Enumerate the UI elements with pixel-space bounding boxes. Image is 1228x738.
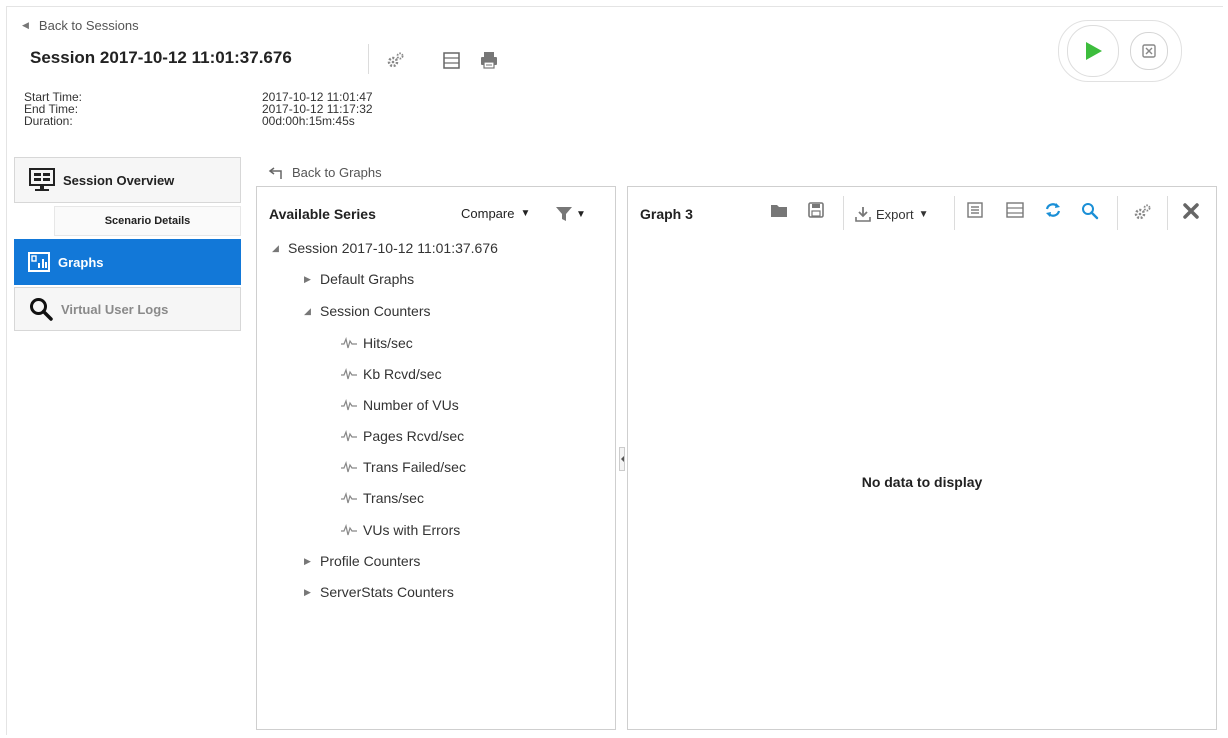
tree-leaf-pages-rcvd-sec[interactable]: Pages Rcvd/sec [341,428,464,444]
tree-leaf-label: Trans Failed/sec [363,459,466,475]
available-series-title: Available Series [269,206,376,222]
graph-panel [627,186,1217,730]
refresh-icon[interactable] [1044,202,1062,218]
header-divider [368,44,369,74]
sidebar-item-label: Graphs [58,254,104,270]
tree-leaf-trans-sec[interactable]: Trans/sec [341,490,424,506]
available-series-panel [256,186,616,730]
tree-node-session[interactable]: ◢ Session 2017-10-12 11:01:37.676 [272,240,498,256]
duration-value: 00d:00h:15m:45s [262,114,355,128]
monitor-icon [29,168,55,192]
back-to-sessions-label: Back to Sessions [38,18,139,33]
tree-leaf-label: Trans/sec [363,490,424,506]
tree-node-label: Session Counters [320,303,431,319]
tree-leaf-kb-rcvd-sec[interactable]: Kb Rcvd/sec [341,366,442,382]
tree-leaf-number-of-vus[interactable]: Number of VUs [341,397,459,413]
graph-title: Graph 3 [640,206,693,222]
tree-leaf-label: Pages Rcvd/sec [363,428,465,444]
expanded-triangle-icon: ◢ [272,242,279,253]
stop-icon [1142,44,1156,58]
graph-settings-icon[interactable] [1132,202,1152,222]
tree-node-label: Default Graphs [320,271,415,287]
tree-node-session-counters[interactable]: ◢ Session Counters [304,303,431,319]
series-pulse-icon [341,461,357,473]
dropdown-caret-icon: ▼ [520,208,531,219]
tree-leaf-vus-with-errors[interactable]: VUs with Errors [341,522,460,538]
collapsed-triangle-icon: ▶ [304,273,311,284]
settings-gears-icon[interactable] [385,50,405,70]
back-to-graphs-link[interactable]: Back to Graphs [268,165,382,180]
zoom-search-icon[interactable] [1081,202,1099,220]
tree-leaf-label: VUs with Errors [363,522,461,538]
play-icon [1086,42,1102,60]
export-label: Export [876,206,914,222]
dropdown-caret-icon: ▼ [918,208,929,220]
page-title: Session 2017-10-12 11:01:37.676 [30,48,292,67]
filter-icon [556,207,572,221]
sidebar-item-graphs[interactable]: Graphs [14,239,241,285]
summary-panel-icon[interactable] [442,50,462,70]
toolbar-divider [1117,196,1118,230]
tree-node-label: Profile Counters [320,553,421,569]
session-meta-labels: Start Time: End Time: Duration: [24,91,82,127]
back-to-graphs-label: Back to Graphs [292,165,382,180]
series-pulse-icon [341,492,357,504]
sidebar-item-scenario-details[interactable]: Scenario Details [54,206,241,236]
toolbar-divider [954,196,955,230]
download-icon [855,207,871,222]
play-button[interactable] [1067,25,1119,77]
sidebar-item-session-overview[interactable]: Session Overview [14,157,241,203]
return-arrow-icon [268,166,282,179]
tree-node-label: Session 2017-10-12 11:01:37.676 [288,240,498,256]
stop-button[interactable] [1130,32,1168,70]
open-folder-icon[interactable] [770,202,788,218]
series-pulse-icon [341,337,357,349]
expanded-triangle-icon: ◢ [304,305,311,316]
sidebar-item-label: Session Overview [63,172,175,188]
back-to-sessions-link[interactable]: ◀ Back to Sessions [22,18,139,33]
sidebar-item-label: Scenario Details [104,215,191,227]
tree-node-default-graphs[interactable]: ▶ Default Graphs [304,271,414,287]
duration-label: Duration: [24,114,73,128]
series-pulse-icon [341,524,357,536]
table-view-icon[interactable] [1006,202,1024,218]
search-icon [29,297,53,321]
dropdown-caret-icon: ▼ [576,208,586,220]
session-meta-values: 2017-10-12 11:01:47 2017-10-12 11:17:32 … [262,91,373,127]
series-pulse-icon [341,430,357,442]
back-arrow-icon: ◀ [22,20,29,30]
graph-chart-icon [28,252,50,272]
empty-state-message: No data to display [861,474,983,490]
collapsed-triangle-icon: ▶ [304,555,311,566]
tree-leaf-label: Number of VUs [363,397,459,413]
tree-leaf-label: Hits/sec [363,335,413,351]
tree-node-label: ServerStats Counters [320,584,454,600]
panel-splitter-handle[interactable] [619,447,625,471]
close-icon[interactable] [1182,202,1200,220]
series-pulse-icon [341,368,357,380]
print-icon[interactable] [479,50,499,70]
sidebar-item-virtual-user-logs[interactable]: Virtual User Logs [14,287,241,331]
collapsed-triangle-icon: ▶ [304,586,311,597]
save-icon[interactable] [808,202,824,218]
tree-leaf-label: Kb Rcvd/sec [363,366,442,382]
compare-dropdown[interactable]: Compare ▼ [461,206,530,221]
toolbar-divider [1167,196,1168,230]
legend-list-icon[interactable] [967,202,983,218]
tree-node-serverstats-counters[interactable]: ▶ ServerStats Counters [304,584,454,600]
tree-node-profile-counters[interactable]: ▶ Profile Counters [304,553,420,569]
sidebar-item-label: Virtual User Logs [61,301,169,317]
toolbar-divider [843,196,844,230]
series-pulse-icon [341,399,357,411]
filter-dropdown[interactable]: ▼ [556,206,586,222]
compare-label: Compare [461,206,515,221]
tree-leaf-hits-sec[interactable]: Hits/sec [341,335,413,351]
tree-leaf-trans-failed-sec[interactable]: Trans Failed/sec [341,459,466,475]
export-dropdown[interactable]: Export ▼ [855,206,928,222]
